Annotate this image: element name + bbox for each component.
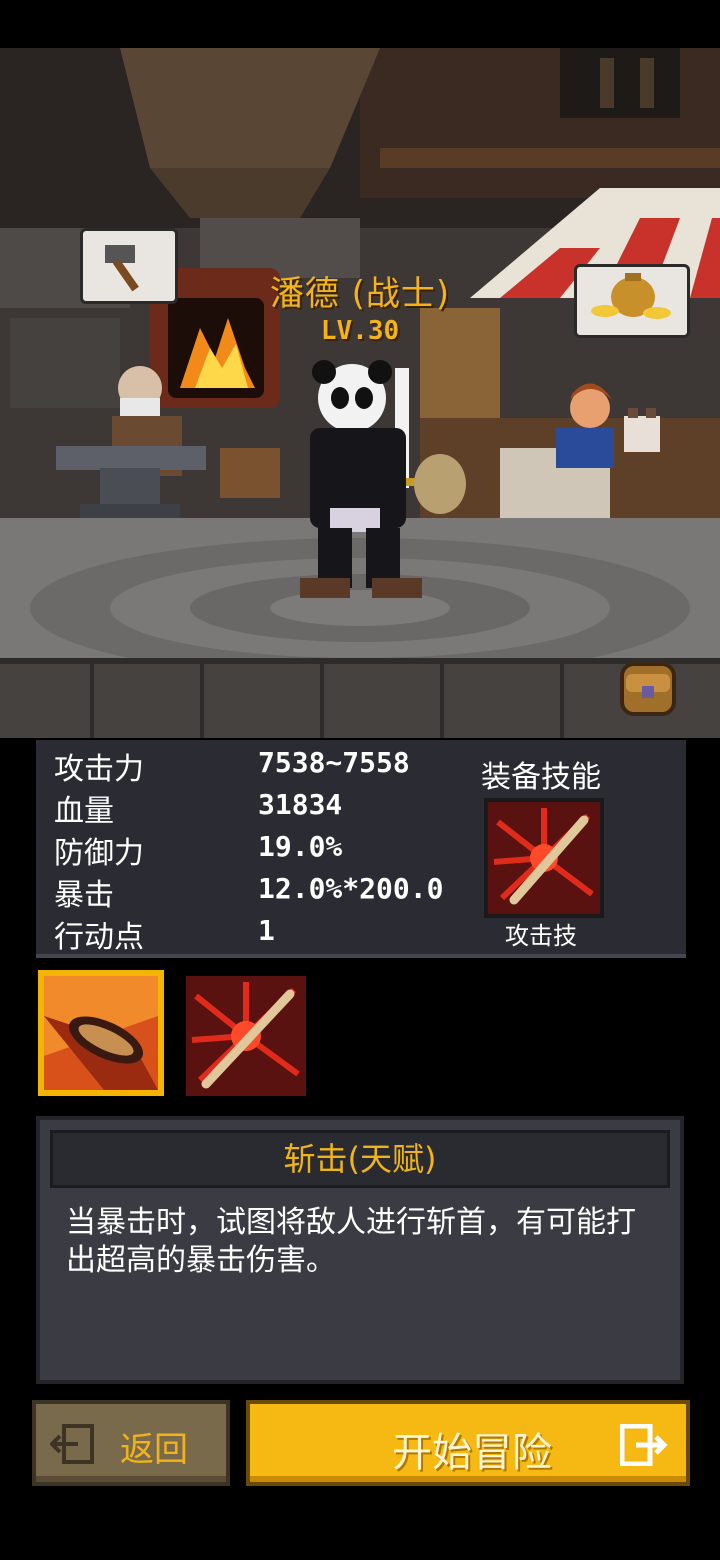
skill-description-text: 当暴击时，试图将敌人进行斩首，有可能打出超高的暴击伤害。 [66, 1205, 636, 1278]
slash-skill-icon [44, 976, 158, 1090]
game-scene: 潘德 (战士) LV.30 [0, 48, 720, 738]
skill-title-bar: 斩击(天赋) [50, 1130, 670, 1188]
exit-arrow-icon [50, 1424, 94, 1464]
start-adventure-button[interactable]: 开始冒险 [246, 1400, 690, 1486]
character-name: 潘德 (战士) [269, 274, 451, 314]
back-button[interactable]: 返回 [32, 1400, 230, 1486]
stat-label-hp: 血量 [54, 794, 114, 829]
enter-arrow-icon [620, 1424, 668, 1466]
stat-value-crit: 12.0%*200.0 [258, 872, 444, 905]
stat-value-attack: 7538~7558 [258, 746, 410, 779]
skill-slot-attack[interactable] [186, 976, 306, 1096]
equipped-skill-name: 攻击技 [505, 922, 577, 950]
stat-value-defense: 19.0% [258, 830, 343, 863]
attack-skill-icon [488, 802, 600, 914]
stat-label-crit: 暴击 [54, 878, 114, 913]
skill-slot-slash[interactable] [38, 970, 164, 1096]
back-label: 返回 [120, 1430, 188, 1470]
skill-description-panel: 斩击(天赋) 当暴击时，试图将敌人进行斩首，有可能打出超高的暴击伤害。 [36, 1116, 684, 1384]
backpack-icon[interactable] [612, 650, 684, 722]
equipped-skill-slot[interactable] [484, 798, 604, 918]
attack-skill-icon [186, 976, 306, 1096]
stat-label-defense: 防御力 [54, 836, 144, 871]
character-level: LV.30 [320, 316, 400, 346]
stats-panel: 攻击力 7538~7558 血量 31834 防御力 19.0% 暴击 12.0… [36, 740, 686, 958]
blacksmith-shop-background [0, 48, 720, 738]
stat-value-action-points: 1 [258, 914, 275, 947]
stat-label-action-points: 行动点 [54, 920, 144, 955]
stat-value-hp: 31834 [258, 788, 343, 821]
skill-title: 斩击(天赋) [283, 1140, 437, 1178]
stat-label-attack: 攻击力 [54, 752, 144, 787]
equip-skill-title: 装备技能 [481, 760, 601, 795]
